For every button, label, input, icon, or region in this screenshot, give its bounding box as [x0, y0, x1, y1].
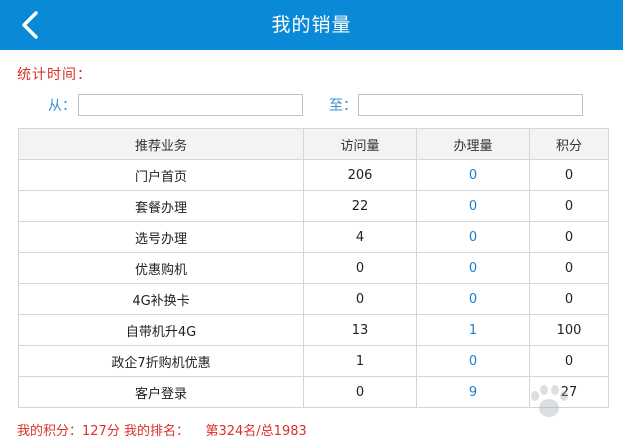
- column-header-points: 积分: [529, 128, 609, 160]
- visits-cell: 206: [303, 159, 417, 191]
- business-cell: 客户登录: [18, 376, 304, 408]
- handled-link[interactable]: 0: [416, 252, 530, 284]
- visits-cell: 22: [303, 190, 417, 222]
- visits-cell: 0: [303, 376, 417, 408]
- handled-link[interactable]: 0: [416, 221, 530, 253]
- table-row: 政企7折购机优惠 1 0 0: [18, 345, 609, 377]
- my-points-summary: 我的积分：127分 我的排名： 第324名/总1983: [17, 424, 307, 439]
- sales-table: 推荐业务 访问量 办理量 积分 门户首页 206 0 0 套餐办理 22 0 0…: [18, 128, 609, 408]
- app-header: 我的销量: [0, 0, 623, 50]
- points-cell: 0: [529, 221, 609, 253]
- visits-cell: 0: [303, 252, 417, 284]
- points-cell: 0: [529, 190, 609, 222]
- column-header-handled: 办理量: [416, 128, 530, 160]
- from-label: 从：: [48, 98, 76, 114]
- points-cell: 0: [529, 283, 609, 315]
- to-date-input[interactable]: [358, 94, 583, 116]
- table-header-row: 推荐业务 访问量 办理量 积分: [18, 128, 609, 160]
- business-cell: 4G补换卡: [18, 283, 304, 315]
- points-cell: 0: [529, 252, 609, 284]
- table-row: 套餐办理 22 0 0: [18, 190, 609, 222]
- visits-cell: 13: [303, 314, 417, 346]
- points-cell: 100: [529, 314, 609, 346]
- points-cell: 0: [529, 345, 609, 377]
- visits-cell: 0: [303, 283, 417, 315]
- visits-cell: 4: [303, 221, 417, 253]
- table-row: 自带机升4G 13 1 100: [18, 314, 609, 346]
- visits-cell: 1: [303, 345, 417, 377]
- business-cell: 套餐办理: [18, 190, 304, 222]
- business-cell: 政企7折购机优惠: [18, 345, 304, 377]
- business-cell: 优惠购机: [18, 252, 304, 284]
- table-row: 优惠购机 0 0 0: [18, 252, 609, 284]
- column-header-business: 推荐业务: [18, 128, 304, 160]
- date-range-row: 从： 至：: [0, 94, 623, 120]
- business-cell: 自带机升4G: [18, 314, 304, 346]
- column-header-visits: 访问量: [303, 128, 417, 160]
- handled-link[interactable]: 0: [416, 283, 530, 315]
- business-cell: 门户首页: [18, 159, 304, 191]
- paw-logo-watermark: [531, 385, 568, 417]
- handled-link[interactable]: 1: [416, 314, 530, 346]
- handled-link[interactable]: 0: [416, 190, 530, 222]
- points-cell: 0: [529, 159, 609, 191]
- stat-time-label: 统计时间：: [17, 67, 92, 83]
- from-date-input[interactable]: [78, 94, 303, 116]
- handled-link[interactable]: 0: [416, 159, 530, 191]
- handled-link[interactable]: 0: [416, 345, 530, 377]
- table-row: 门户首页 206 0 0: [18, 159, 609, 191]
- to-label: 至：: [329, 98, 357, 114]
- table-row: 选号办理 4 0 0: [18, 221, 609, 253]
- table-row: 4G补换卡 0 0 0: [18, 283, 609, 315]
- business-cell: 选号办理: [18, 221, 304, 253]
- page-title: 我的销量: [271, 14, 352, 36]
